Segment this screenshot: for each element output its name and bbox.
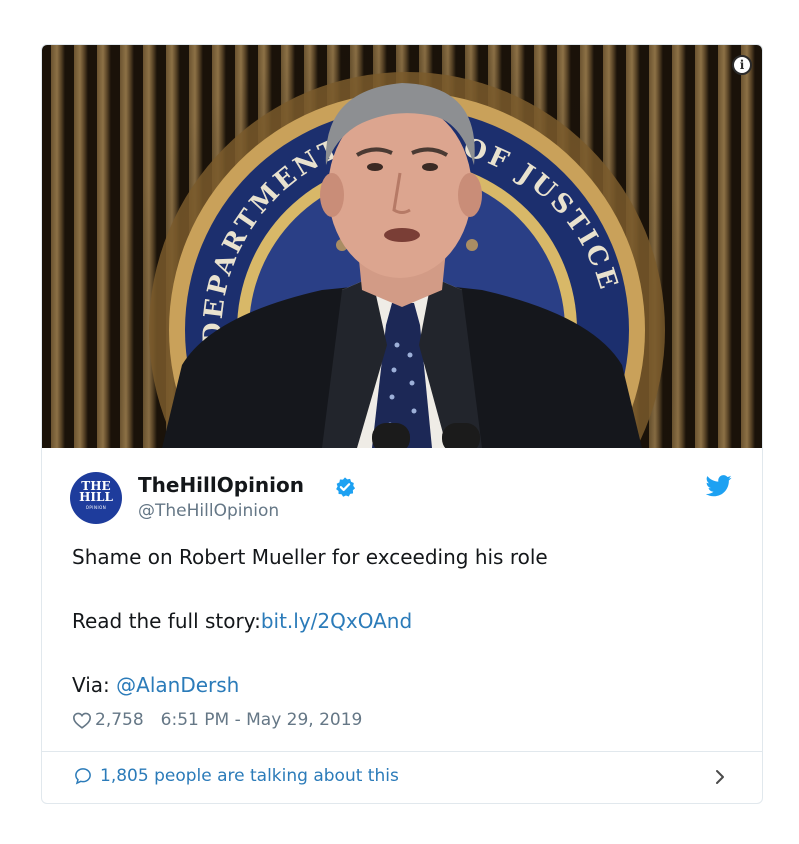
tweet-meta: 2,758 6:51 PM - May 29, 2019 <box>72 710 362 730</box>
talking-text[interactable]: 1,805 people are talking about this <box>100 766 399 786</box>
author-handle[interactable]: @TheHillOpinion <box>138 501 279 521</box>
avatar[interactable]: THE HILL OPINION <box>70 472 122 524</box>
like-count[interactable]: 2,758 <box>95 710 144 730</box>
embedded-tweet-card[interactable]: DEPARTMENT OF JUSTICE <box>41 44 763 804</box>
via-label: Via: <box>72 673 117 697</box>
avatar-text-line3: OPINION <box>85 505 107 510</box>
mention-link[interactable]: @AlanDersh <box>116 673 239 697</box>
comment-bubble-icon <box>75 768 91 785</box>
info-icon[interactable]: i <box>732 55 752 75</box>
avatar-text-line2: HILL <box>79 490 113 504</box>
twitter-bird-icon[interactable] <box>706 475 732 497</box>
tweet-photo[interactable]: DEPARTMENT OF JUSTICE <box>42 45 762 448</box>
chevron-right-icon[interactable] <box>714 768 726 786</box>
read-story-label: Read the full story: <box>72 609 261 633</box>
tweet-timestamp[interactable]: 6:51 PM - May 29, 2019 <box>161 710 363 730</box>
author-display-name[interactable]: TheHillOpinion <box>138 473 304 497</box>
talking-link[interactable]: 1,805 people are talking about this <box>74 766 399 786</box>
tweet-text-line3: Via: @AlanDersh <box>72 673 239 697</box>
tweet-text-line1: Shame on Robert Mueller for exceeding hi… <box>72 545 548 569</box>
tweet-text-line2: Read the full story:bit.ly/2QxOAnd <box>72 609 412 633</box>
heart-icon[interactable] <box>72 711 92 729</box>
talking-footer[interactable]: 1,805 people are talking about this <box>42 752 762 803</box>
story-link[interactable]: bit.ly/2QxOAnd <box>261 609 412 633</box>
photo-illustration: DEPARTMENT OF JUSTICE <box>107 45 707 448</box>
verified-badge-icon <box>336 477 356 497</box>
